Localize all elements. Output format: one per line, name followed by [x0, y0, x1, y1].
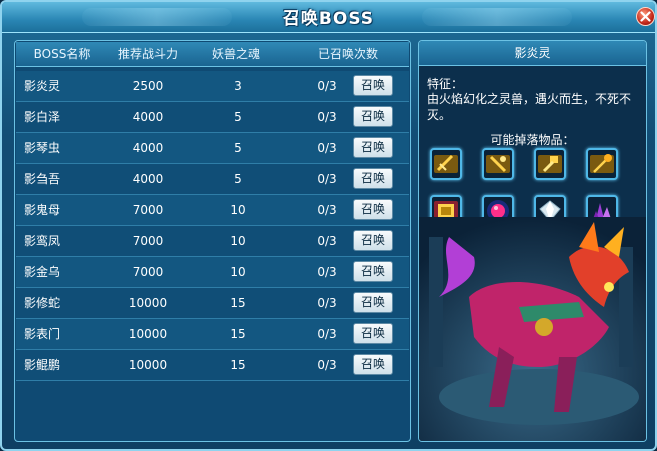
summon-button[interactable]: 召唤	[353, 354, 393, 375]
soul-cost: 15	[230, 358, 246, 372]
boss-table: BOSS名称 推荐战斗力 妖兽之魂 已召唤次数 影炎灵 2500 3 0/3 召…	[14, 40, 411, 442]
soul-cost: 10	[230, 265, 246, 279]
recommended-power: 10000	[128, 296, 168, 310]
boss-name: 影炎灵	[24, 79, 61, 93]
title-bar: 召唤BOSS	[2, 2, 655, 33]
recommended-power: 7000	[132, 203, 164, 217]
soul-cost: 15	[230, 296, 246, 310]
table-row: 影鸾凤 7000 10 0/3 召唤	[16, 226, 409, 257]
summon-button[interactable]: 召唤	[353, 137, 393, 158]
summon-count: 0/3	[317, 172, 337, 186]
golden-blade-icon	[486, 155, 510, 173]
boss-name: 影白泽	[24, 110, 61, 124]
header-power: 推荐战斗力	[117, 47, 178, 61]
soul-cost: 5	[234, 110, 242, 124]
golden-sword-icon	[434, 154, 458, 173]
close-icon	[640, 11, 651, 22]
summon-button[interactable]: 召唤	[353, 323, 393, 344]
header-boss-name: BOSS名称	[33, 47, 91, 61]
table-row: 影刍吾 4000 5 0/3 召唤	[16, 164, 409, 195]
drop-slot[interactable]	[430, 148, 462, 180]
boss-name: 影鸾凤	[24, 234, 61, 248]
golden-hammer-icon	[538, 155, 562, 173]
summon-count: 0/3	[317, 110, 337, 124]
recommended-power: 7000	[132, 234, 164, 248]
recommended-power: 10000	[128, 358, 168, 372]
header-souls: 妖兽之魂	[211, 47, 260, 61]
boss-name: 影刍吾	[24, 172, 61, 186]
table-row: 影琴虫 4000 5 0/3 召唤	[16, 133, 409, 164]
table-row: 影鬼母 7000 10 0/3 召唤	[16, 195, 409, 226]
boss-name: 影表门	[24, 327, 61, 341]
summon-count: 0/3	[317, 234, 337, 248]
summon-button[interactable]: 召唤	[353, 230, 393, 251]
window-title: 召唤BOSS	[282, 9, 375, 29]
summon-count: 0/3	[317, 79, 337, 93]
boss-name: 影鲲鹏	[24, 358, 61, 372]
boss-detail-title: 影炎灵	[419, 41, 646, 66]
soul-cost: 15	[230, 327, 246, 341]
table-row: 影金乌 7000 10 0/3 召唤	[16, 257, 409, 288]
boss-detail-panel: 影炎灵 特征： 由火焰幻化之灵兽，遇火而生，不死不灭。 可能掉落物品：	[418, 40, 647, 442]
summon-boss-window: 召唤BOSS BOSS名称 推荐战斗力 妖兽之魂 已召唤次数 影炎灵 2500 …	[0, 0, 657, 451]
table-row: 影炎灵 2500 3 0/3 召唤	[16, 71, 409, 102]
boss-name: 影琴虫	[24, 141, 61, 155]
drop-slot[interactable]	[534, 148, 566, 180]
summon-button[interactable]: 召唤	[353, 106, 393, 127]
soul-cost: 5	[234, 172, 242, 186]
feature-text: 由火焰幻化之灵兽，遇火而生，不死不灭。	[427, 92, 632, 122]
summon-count: 0/3	[317, 296, 337, 310]
boss-illustration	[419, 217, 646, 441]
summon-button[interactable]: 召唤	[353, 75, 393, 96]
feature-label: 特征：	[427, 77, 464, 91]
close-button[interactable]	[636, 7, 655, 26]
summon-button[interactable]: 召唤	[353, 199, 393, 220]
table-row: 影白泽 4000 5 0/3 召唤	[16, 102, 409, 133]
summon-button[interactable]: 召唤	[353, 292, 393, 313]
table-row: 影修蛇 10000 15 0/3 召唤	[16, 288, 409, 319]
summon-count: 0/3	[317, 265, 337, 279]
table-row: 影表门 10000 15 0/3 召唤	[16, 319, 409, 350]
soul-cost: 10	[230, 234, 246, 248]
drops-label: 可能掉落物品：	[490, 133, 575, 147]
summon-count: 0/3	[317, 358, 337, 372]
recommended-power: 4000	[132, 172, 164, 186]
boss-name: 影金乌	[24, 265, 61, 279]
drop-slot[interactable]	[586, 148, 618, 180]
table-header: BOSS名称 推荐战斗力 妖兽之魂 已召唤次数	[16, 42, 409, 67]
summon-count: 0/3	[317, 327, 337, 341]
header-summon-count: 已召唤次数	[317, 47, 378, 61]
soul-cost: 10	[230, 203, 246, 217]
soul-cost: 3	[234, 79, 242, 93]
boss-name: 影修蛇	[24, 296, 61, 310]
recommended-power: 4000	[132, 141, 164, 155]
boss-name: 影鬼母	[24, 203, 61, 217]
recommended-power: 2500	[132, 79, 164, 93]
boss-preview-image	[419, 217, 646, 441]
summon-button[interactable]: 召唤	[353, 168, 393, 189]
drop-slot[interactable]	[482, 148, 514, 180]
summon-count: 0/3	[317, 203, 337, 217]
golden-staff-icon	[590, 154, 614, 173]
recommended-power: 7000	[132, 265, 164, 279]
summon-button[interactable]: 召唤	[353, 261, 393, 282]
table-row: 影鲲鹏 10000 15 0/3 召唤	[16, 350, 409, 381]
recommended-power: 10000	[128, 327, 168, 341]
summon-count: 0/3	[317, 141, 337, 155]
soul-cost: 5	[234, 141, 242, 155]
recommended-power: 4000	[132, 110, 164, 124]
